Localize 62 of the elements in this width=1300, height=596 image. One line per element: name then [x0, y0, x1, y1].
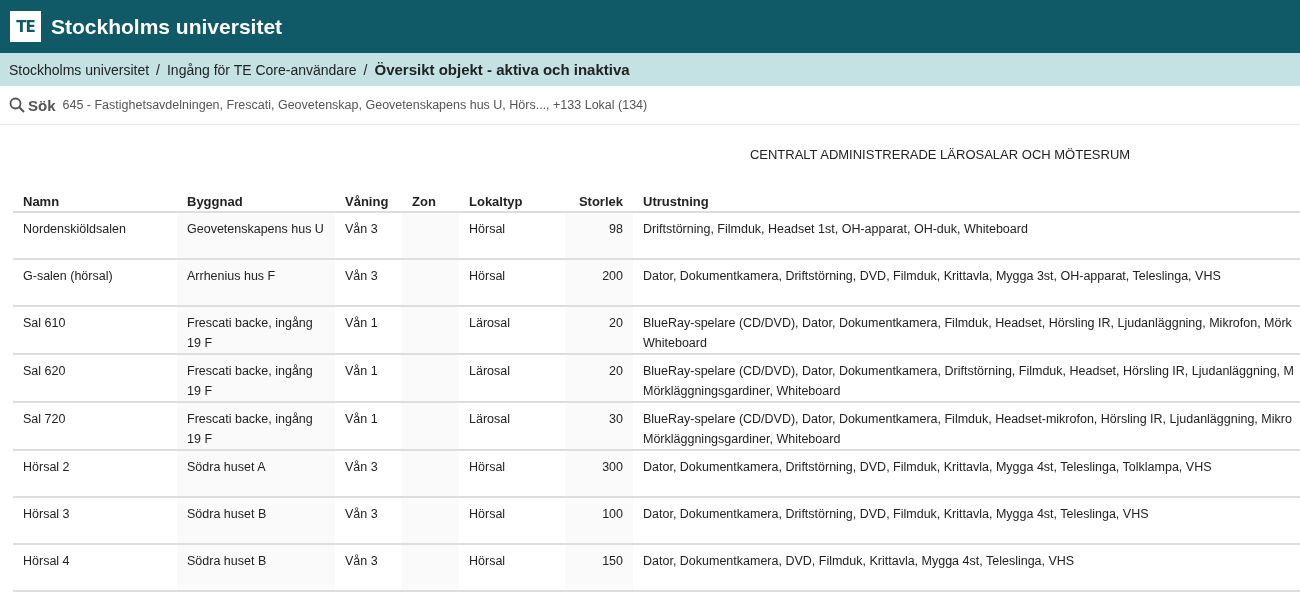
table-cell: Frescati backe, ingång 19 F — [187, 364, 313, 398]
table-cell: Dator, Dokumentkamera, Driftstörning, DVD, Filmduk, Krittavla, Mygga 3st, OH-apparat, Teleslinga, VHS — [643, 269, 1221, 283]
table-cell: Dator, Dokumentkamera, Driftstörning, DVD, Filmduk, Krittavla, Mygga 4st, Teleslinga, VHS — [643, 507, 1149, 521]
table-cell: 30 — [609, 412, 623, 426]
table-cell: 20 — [609, 316, 623, 330]
table-cell: Hörsal — [469, 222, 506, 236]
breadcrumb-separator: / — [363, 61, 368, 78]
table-cell: Sal 720 — [23, 412, 66, 426]
table-cell: Hörsal 3 — [23, 507, 70, 521]
table-cell: Sal 610 — [23, 316, 66, 330]
table-cell: Vån 3 — [345, 554, 378, 568]
table-cell: 98 — [609, 222, 623, 236]
report-title: CENTRALT ADMINISTRERADE LÄROSALAR OCH MÖTESRUM — [749, 147, 1131, 164]
column-header: Namn — [13, 189, 177, 212]
table-cell: Vån 3 — [345, 269, 378, 283]
table-cell: 100 — [602, 507, 623, 521]
search-label[interactable]: Sök — [28, 96, 56, 114]
table-cell: Vån 3 — [345, 460, 378, 474]
table-cell: 300 — [602, 460, 623, 474]
table-cell: Södra huset B — [187, 507, 267, 521]
table-cell: BlueRay-spelare (CD/DVD), Dator, Dokumentkamera, Filmduk, Headset-mikrofon, Hörsling IR, Ljudanläggning, Mikro Mörkläggningsgardiner, Whiteboard — [643, 412, 1292, 446]
table-cell: Hörsal 4 — [23, 554, 70, 568]
breadcrumb-separator: / — [156, 61, 160, 78]
table-cell: Nordenskiöldsalen — [23, 222, 126, 236]
search-filter-text[interactable]: 645 - Fastighetsavdelningen, Frescati, Geovetenskap, Geovetenskapens hus U, Hörs..., +133 Lokal (134) — [62, 98, 648, 112]
table-cell: BlueRay-spelare (CD/DVD), Dator, Dokumentkamera, Filmduk, Headset, Hörsling IR, Ljudanläggning, Mikrofon, Mörk Whiteboard — [643, 316, 1292, 350]
table-cell: Hörsal — [469, 507, 506, 521]
table-cell: Södra huset B — [187, 554, 267, 568]
table-cell: Lärosal — [469, 316, 510, 330]
table-cell: Arrhenius hus F — [187, 269, 276, 283]
table-cell: 150 — [602, 554, 623, 568]
table-cell: Hörsal 2 — [23, 460, 70, 474]
table-cell: G-salen (hörsal) — [23, 269, 113, 283]
table-cell: Södra huset A — [187, 460, 266, 474]
table-cell: Geovetenskapens hus U — [187, 222, 324, 236]
table-cell: Vån 3 — [345, 222, 378, 236]
table-cell: Hörsal — [469, 269, 506, 283]
table-cell: Hörsal — [469, 460, 506, 474]
table-cell: Vån 3 — [345, 507, 378, 521]
table-cell: Frescati backe, ingång 19 F — [187, 412, 313, 446]
column-header: Lokaltyp — [459, 189, 565, 212]
table-cell: 20 — [609, 364, 623, 378]
breadcrumb-link[interactable]: Ingång för TE Core-användare — [166, 61, 357, 78]
logo[interactable]: TE — [10, 11, 41, 42]
table-cell: Vån 1 — [345, 412, 378, 426]
table-cell: Hörsal — [469, 554, 506, 568]
table-cell: Driftstörning, Filmduk, Headset 1st, OH-apparat, OH-duk, Whiteboard — [643, 222, 1028, 236]
column-header: Våning — [335, 189, 402, 212]
column-header: Utrustning — [633, 189, 1300, 212]
table-cell: Vån 1 — [345, 364, 378, 378]
breadcrumb-link[interactable]: Stockholms universitet — [9, 61, 150, 78]
table-cell: Sal 620 — [23, 364, 66, 378]
table-cell: 200 — [602, 269, 623, 283]
search-icon[interactable] — [9, 97, 25, 113]
table-cell: Lärosal — [469, 364, 510, 378]
table-cell: BlueRay-spelare (CD/DVD), Dator, Dokumentkamera, Driftstörning, Filmduk, Headset, Hörsling IR, Ljudanläggning, M Mörkläggningsgardiner, Whiteboard — [643, 364, 1294, 398]
table-cell: Dator, Dokumentkamera, DVD, Filmduk, Krittavla, Mygga 4st, Teleslinga, VHS — [643, 554, 1075, 568]
table-cell: Vån 1 — [345, 316, 378, 330]
table-cell: Frescati backe, ingång 19 F — [187, 316, 313, 350]
site-title: Stockholms universitet — [51, 14, 283, 39]
table-cell: Lärosal — [469, 412, 510, 426]
table-cell: Dator, Dokumentkamera, Driftstörning, DVD, Filmduk, Krittavla, Mygga 4st, Teleslinga, Tolklampa, VHS — [643, 460, 1212, 474]
